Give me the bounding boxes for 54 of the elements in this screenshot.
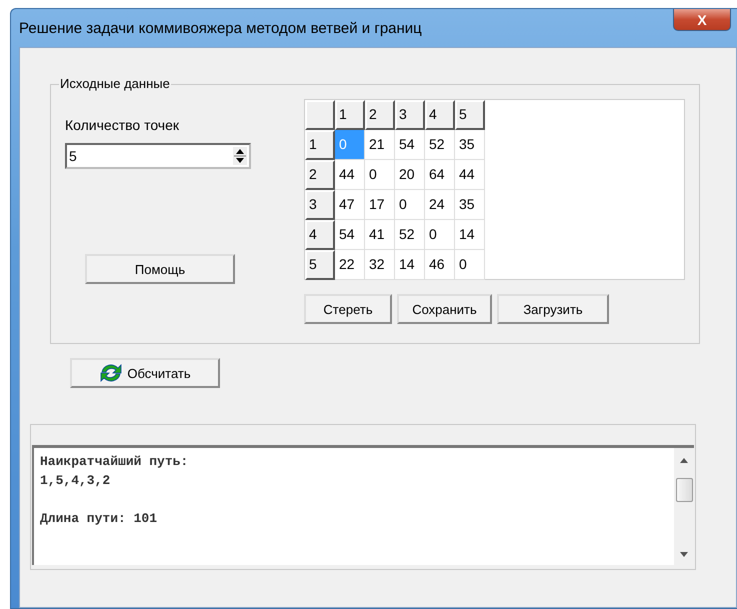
matrix-action-button[interactable]: Сохранить <box>397 294 492 324</box>
matrix-action-button[interactable]: Стереть <box>304 294 392 324</box>
matrix-cell[interactable]: 17 <box>365 190 395 220</box>
close-button[interactable]: X <box>673 9 731 31</box>
matrix-action-button[interactable]: Загрузить <box>497 294 609 324</box>
calculate-button[interactable]: Обсчитать <box>70 358 220 388</box>
column-header: 2 <box>365 100 395 130</box>
matrix-cell[interactable]: 24 <box>425 190 455 220</box>
matrix-cell[interactable]: 44 <box>455 160 485 190</box>
matrix-cell[interactable]: 32 <box>365 250 395 280</box>
column-header: 4 <box>425 100 455 130</box>
column-header: 5 <box>455 100 485 130</box>
matrix-cell[interactable]: 54 <box>335 220 365 250</box>
matrix-cell[interactable]: 41 <box>365 220 395 250</box>
scroll-down-icon[interactable] <box>680 552 688 557</box>
refresh-icon <box>99 362 124 384</box>
matrix-cell[interactable]: 0 <box>365 160 395 190</box>
group-title: Исходные данные <box>59 76 171 91</box>
matrix-cell[interactable]: 35 <box>455 190 485 220</box>
count-spin-field[interactable]: 5 <box>65 143 251 169</box>
matrix-cell[interactable]: 14 <box>455 220 485 250</box>
matrix-cell[interactable]: 14 <box>395 250 425 280</box>
matrix-cell[interactable]: 0 <box>395 190 425 220</box>
count-label: Количество точек <box>65 117 180 133</box>
column-header: 1 <box>335 100 365 130</box>
matrix-cell[interactable]: 22 <box>335 250 365 280</box>
matrix-cell[interactable]: 64 <box>425 160 455 190</box>
help-button[interactable]: Помощь <box>85 254 235 284</box>
matrix-cell[interactable]: 47 <box>335 190 365 220</box>
vertical-scrollbar[interactable] <box>674 448 694 565</box>
window-title: Решение задачи коммивояжера методом ветвей и границ <box>19 20 422 36</box>
matrix-cell[interactable]: 44 <box>335 160 365 190</box>
result-line: 1,5,4,3,2 <box>40 472 112 490</box>
row-header: 5 <box>305 250 335 280</box>
row-header: 1 <box>305 130 335 160</box>
matrix-cell[interactable]: 0 <box>425 220 455 250</box>
row-header: 3 <box>305 190 335 220</box>
matrix-cell[interactable]: 46 <box>425 250 455 280</box>
matrix-cell[interactable]: 20 <box>395 160 425 190</box>
matrix-cell[interactable]: 0 <box>455 250 485 280</box>
matrix-cell[interactable]: 52 <box>425 130 455 160</box>
matrix-cell[interactable]: 52 <box>395 220 425 250</box>
scroll-thumb[interactable] <box>676 478 693 502</box>
spin-arrows-icon[interactable] <box>233 147 247 165</box>
scroll-up-icon[interactable] <box>680 458 688 463</box>
result-line: Длина пути: 101 <box>40 510 158 528</box>
row-header: 4 <box>305 220 335 250</box>
matrix-cell[interactable]: 54 <box>395 130 425 160</box>
column-header: 3 <box>395 100 425 130</box>
matrix-cell[interactable]: 21 <box>365 130 395 160</box>
matrix-cell[interactable]: 35 <box>455 130 485 160</box>
result-text-area[interactable]: Наикратчайший путь: 1,5,4,3,2 Длина пути: 101 <box>32 445 694 565</box>
result-line: Наикратчайший путь: <box>40 453 190 471</box>
row-header: 2 <box>305 160 335 190</box>
